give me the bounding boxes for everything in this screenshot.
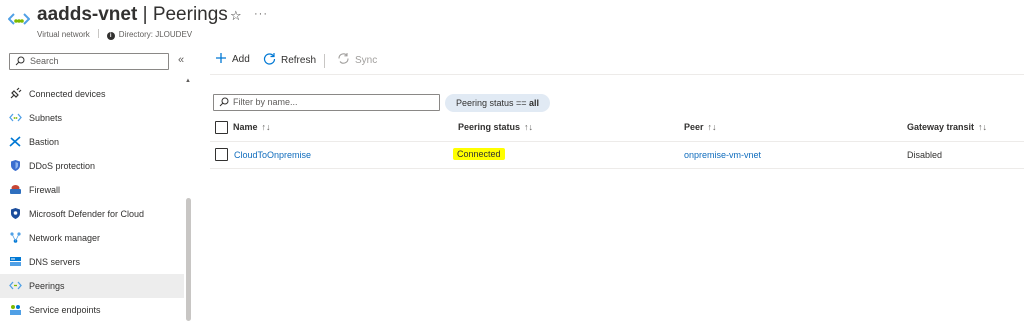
sort-icon[interactable]: ↑↓ [708, 122, 717, 132]
gateway-transit-value: Disabled [907, 150, 943, 160]
resource-type: Virtual network [37, 30, 90, 39]
table-row-divider [210, 168, 1024, 169]
column-header-label: Peering status [458, 122, 521, 132]
scrollbar-thumb[interactable] [186, 198, 191, 321]
sidebar-item-label: Bastion [29, 137, 60, 147]
plug-icon [9, 87, 22, 100]
chevron-double-left-icon[interactable]: « [178, 54, 184, 66]
pill-prefix: Peering status == [456, 98, 530, 108]
sidebar-item-label: Firewall [29, 185, 61, 195]
filter-placeholder: Filter by name... [233, 97, 298, 107]
service-endpoint-icon [9, 303, 22, 316]
peering-icon [9, 279, 22, 292]
search-placeholder: Search [30, 56, 59, 66]
row-checkbox[interactable] [215, 148, 228, 161]
sync-button[interactable]: Sync [337, 52, 377, 68]
sidebar-item-subnets[interactable]: Subnets [0, 106, 184, 130]
subnet-icon [9, 111, 22, 124]
defender-shield-icon [9, 207, 22, 220]
title-separator: | [137, 4, 153, 25]
sort-icon[interactable]: ↑↓ [524, 122, 533, 132]
sidebar-item-defender-for-cloud[interactable]: Microsoft Defender for Cloud [0, 202, 184, 226]
sidebar-item-dns-servers[interactable]: DNS servers [0, 250, 184, 274]
sidebar-item-network-manager[interactable]: Network manager [0, 226, 184, 250]
blade-name: Peerings [152, 4, 228, 25]
peer-link[interactable]: onpremise-vm-vnet [684, 150, 761, 160]
sidebar-item-label: Subnets [29, 113, 63, 123]
plus-icon [215, 52, 227, 67]
sidebar-item-bastion[interactable]: Bastion [0, 130, 184, 154]
refresh-label: Refresh [281, 54, 317, 66]
virtual-network-icon [7, 10, 31, 28]
add-label: Add [232, 54, 250, 65]
column-header-label: Peer [684, 122, 704, 132]
sidebar-item-firewall[interactable]: Firewall [0, 178, 184, 202]
column-header-label: Gateway transit [907, 122, 975, 132]
peering-name-link[interactable]: CloudToOnpremise [234, 150, 311, 160]
status-badge: Connected [453, 148, 505, 160]
sidebar-item-label: Connected devices [29, 89, 106, 99]
column-header-peer[interactable]: Peer ↑↓ [684, 122, 717, 132]
blade-header: aadds-vnet | Peerings ☆ ··· Virtual netw… [0, 0, 1024, 46]
search-icon [15, 56, 25, 69]
sidebar-scrollbar[interactable]: ▲ [185, 78, 191, 321]
add-button[interactable]: Add [215, 52, 250, 67]
sync-icon [337, 52, 350, 68]
sort-icon[interactable]: ↑↓ [978, 122, 987, 132]
menu-search-input[interactable]: Search [9, 53, 169, 70]
sort-icon[interactable]: ↑↓ [262, 122, 271, 132]
sidebar-item-connected-devices[interactable]: Connected devices [0, 82, 184, 106]
resource-menu: Search « Connected devices Subnets Basti… [0, 48, 198, 321]
info-icon: i [106, 32, 115, 40]
resource-subtitle: Virtual network i Directory: JLOUDEV [37, 29, 192, 40]
sidebar-item-label: Peerings [29, 281, 65, 291]
column-header-peering-status[interactable]: Peering status ↑↓ [458, 122, 533, 132]
peering-status-filter-pill[interactable]: Peering status == all [445, 94, 551, 112]
column-header-label: Name [233, 122, 258, 132]
sidebar-item-label: Network manager [29, 233, 101, 243]
sync-label: Sync [355, 54, 378, 66]
sidebar-item-ddos-protection[interactable]: DDoS protection [0, 154, 184, 178]
sidebar-item-service-endpoints[interactable]: Service endpoints [0, 298, 184, 321]
resource-name: aadds-vnet [37, 4, 138, 25]
column-header-name[interactable]: Name ↑↓ [233, 122, 271, 132]
column-header-gateway-transit[interactable]: Gateway transit ↑↓ [907, 122, 987, 132]
nav-list: Connected devices Subnets Bastion DDoS p… [0, 82, 184, 321]
command-bar: Add Refresh Sync [210, 50, 1024, 72]
refresh-icon [263, 52, 276, 68]
sidebar-item-label: Microsoft Defender for Cloud [29, 209, 145, 219]
table-header-divider [210, 141, 1024, 142]
directory-label: Directory: JLOUDEV [118, 30, 193, 39]
search-icon [219, 97, 229, 110]
sidebar-item-label: DDoS protection [29, 161, 96, 171]
select-all-checkbox[interactable] [215, 121, 228, 134]
toolbar-divider [324, 54, 325, 68]
firewall-icon [9, 183, 22, 196]
page-title: aadds-vnet | Peerings [37, 4, 228, 26]
scroll-up-arrow-icon[interactable]: ▲ [185, 78, 191, 84]
ellipsis-icon[interactable]: ··· [254, 8, 268, 20]
pill-value: all [529, 98, 540, 108]
toolbar-divider-line [210, 74, 1024, 75]
refresh-button[interactable]: Refresh [263, 52, 316, 68]
sidebar-item-peerings[interactable]: Peerings [0, 274, 184, 298]
subtitle-divider [97, 29, 99, 38]
network-manager-icon [9, 231, 22, 244]
shield-icon [9, 159, 22, 172]
sidebar-item-label: Service endpoints [29, 305, 101, 315]
dns-server-icon [9, 255, 22, 268]
filter-by-name-input[interactable]: Filter by name... [213, 94, 440, 111]
star-icon[interactable]: ☆ [230, 8, 242, 24]
bastion-icon [9, 135, 22, 148]
sidebar-item-label: DNS servers [29, 257, 81, 267]
